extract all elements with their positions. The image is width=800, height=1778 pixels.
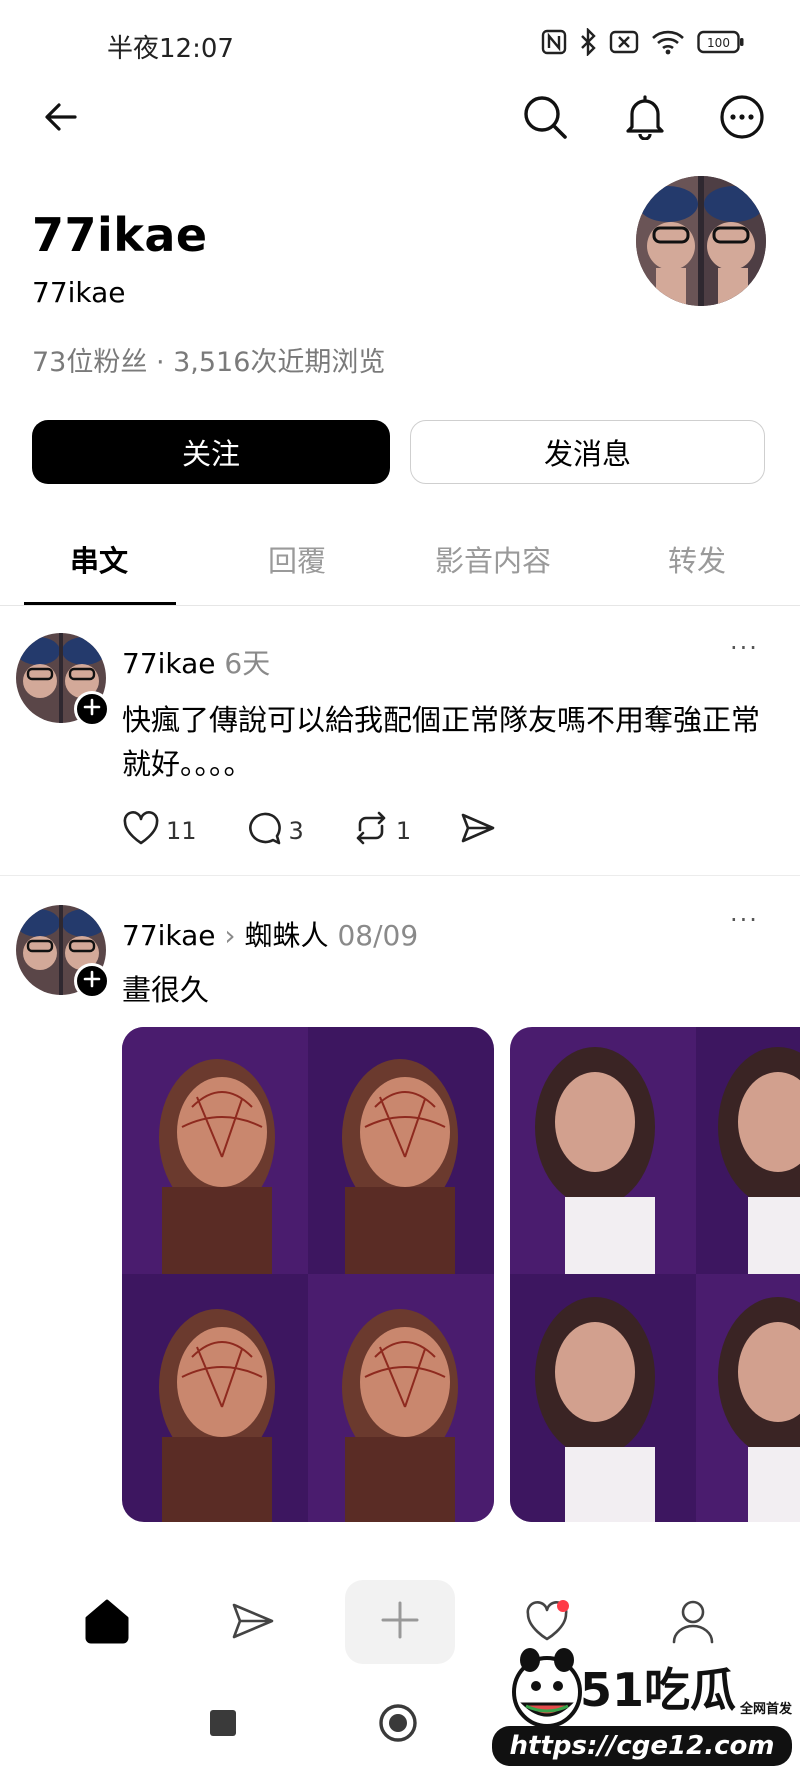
send-icon [459,810,497,852]
post-text: 快瘋了傳說可以給我配個正常隊友嗎不用奪強正常就好。。。。 [122,703,761,781]
send-icon [230,1600,276,1646]
message-button[interactable]: 发消息 [410,420,765,484]
repost-button[interactable]: 1 [352,810,411,852]
profile-avatar[interactable] [636,176,766,306]
post-topic[interactable]: 蜘蛛人 [245,919,329,952]
watermark-brand: 51吃瓜 [580,1654,736,1720]
recents-button[interactable] [208,1708,238,1742]
status-icons: 100 [541,28,745,56]
comment-count: 3 [288,817,304,845]
svg-text:100: 100 [707,36,730,50]
home-circle-icon [378,1704,418,1747]
nav-home[interactable] [72,1590,142,1656]
recents-icon [208,1710,238,1742]
follow-plus-badge[interactable] [74,691,110,727]
wifi-icon [651,29,685,55]
comment-button[interactable]: 3 [245,810,304,852]
post-divider [0,875,800,876]
watermark-brand-text: 吃瓜 [644,1663,737,1717]
post-header: 77ikae › 蜘蛛人 08/09 [122,914,418,954]
watermark-url: https://cge12.com [492,1726,792,1766]
post-author[interactable]: 77ikae [122,919,216,952]
tab-reposts[interactable]: 转发 [668,538,726,580]
post-timestamp: 08/09 [337,919,419,952]
more-icon [719,94,765,144]
home-icon [83,1598,131,1648]
post-image[interactable] [510,1027,800,1522]
post-actions: 11 3 1 [122,810,545,852]
bluetooth-icon [579,28,597,56]
back-arrow-icon [43,99,79,139]
post-image[interactable] [122,1027,494,1522]
repost-count: 1 [395,817,412,845]
follow-button[interactable]: 关注 [32,420,390,484]
active-tab-indicator [24,602,176,605]
profile-stats[interactable]: 73位粉丝 · 3,516次近期浏览 [32,340,385,379]
post-avatar-wrap [16,633,110,727]
profile-name: 77ikae [32,208,208,262]
battery-icon: 100 [697,29,745,55]
compose-icon [379,1599,421,1645]
post-more-button[interactable]: ··· [730,906,759,934]
repost-icon [352,810,390,852]
follow-plus-badge[interactable] [74,963,110,999]
post-timestamp: 6天 [224,647,271,680]
home-system-button[interactable] [378,1703,418,1747]
comment-icon [245,810,283,852]
notifications-button[interactable] [616,90,674,148]
share-button[interactable] [459,810,497,852]
tab-media[interactable]: 影音内容 [435,538,551,580]
heart-icon [122,810,160,852]
plus-icon [83,970,101,992]
post-author[interactable]: 77ikae [122,647,216,680]
search-icon [522,94,568,144]
status-bar: 半夜12:07 100 [0,0,800,90]
back-button[interactable] [32,90,90,148]
profile-tabs: 串文 回覆 影音内容 转发 [0,520,800,606]
nav-compose[interactable] [345,1580,455,1664]
watermark: 51吃瓜 全网首发 https://cge12.com [490,1640,795,1775]
top-nav [0,90,800,155]
like-count: 11 [166,817,197,845]
post-header: 77ikae 6天 [122,642,270,682]
profile-handle: 77ikae [32,276,126,309]
like-button[interactable]: 11 [122,810,197,852]
breadcrumb-separator: › [224,919,236,952]
more-options-button[interactable] [713,90,771,148]
status-time: 半夜12:07 [107,34,234,64]
watermark-number: 51 [580,1663,645,1717]
post-avatar-wrap [16,905,110,999]
nav-messages[interactable] [218,1590,288,1656]
mascot-icon [510,1646,584,1734]
bell-icon [624,94,666,144]
watermark-tagline: 全网首发 [740,1702,793,1717]
mute-icon [609,29,639,55]
post-text: 畫很久 [122,973,210,1007]
tab-replies[interactable]: 回覆 [268,538,326,580]
search-button[interactable] [516,90,574,148]
nfc-icon [541,29,567,55]
plus-icon [83,698,101,720]
media-carousel[interactable] [122,1027,800,1522]
post-more-button[interactable]: ··· [730,634,759,662]
tab-threads[interactable]: 串文 [70,538,128,580]
